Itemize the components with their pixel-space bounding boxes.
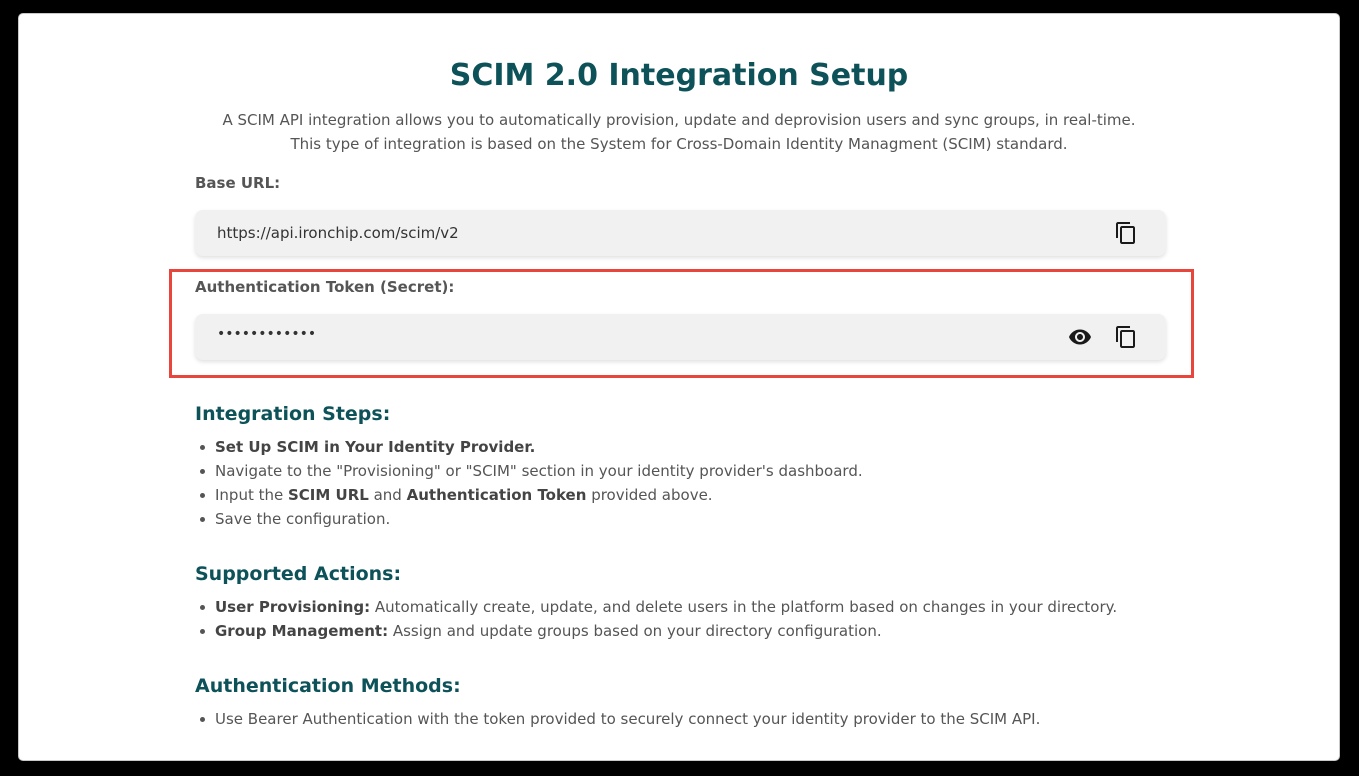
base-url-field[interactable]: https://api.ironchip.com/scim/v2: [195, 210, 1166, 256]
copy-icon[interactable]: [1114, 221, 1138, 245]
step-3-mid: and: [368, 486, 407, 504]
supported-actions-title: Supported Actions:: [195, 563, 402, 585]
step-3-pre: Input the: [215, 486, 288, 504]
group-management-label: Group Management:: [215, 622, 389, 640]
user-provisioning-label: User Provisioning:: [215, 598, 371, 616]
list-item: User Provisioning: Automatically create,…: [199, 595, 1118, 619]
eye-icon[interactable]: [1068, 325, 1092, 349]
step-1-text: Set Up SCIM in Your Identity Provider.: [215, 438, 536, 456]
page-title: SCIM 2.0 Integration Setup: [449, 58, 909, 93]
integration-steps-title: Integration Steps:: [195, 403, 391, 425]
group-management-text: Assign and update groups based on your d…: [388, 622, 882, 640]
auth-token-label: Authentication Token (Secret):: [195, 278, 455, 296]
base-url-value[interactable]: https://api.ironchip.com/scim/v2: [217, 210, 459, 256]
auth-token-value[interactable]: ••••••••••••: [217, 311, 316, 357]
step-3-auth-token: Authentication Token: [406, 486, 587, 504]
description-line-2: This type of integration is based on the…: [290, 135, 1068, 153]
base-url-label: Base URL:: [195, 174, 281, 192]
scim-setup-card: SCIM 2.0 Integration Setup A SCIM API in…: [18, 13, 1340, 761]
list-item: Navigate to the "Provisioning" or "SCIM"…: [200, 459, 863, 483]
auth-token-field[interactable]: ••••••••••••: [195, 314, 1166, 360]
supported-actions-list: User Provisioning: Automatically create,…: [195, 595, 1117, 643]
auth-methods-list: Use Bearer Authentication with the token…: [195, 707, 1040, 731]
list-item: Set Up SCIM in Your Identity Provider.: [200, 435, 863, 459]
list-item: Group Management: Assign and update grou…: [199, 619, 1117, 643]
list-item: Use Bearer Authentication with the token…: [199, 707, 1040, 731]
auth-methods-title: Authentication Methods:: [195, 675, 461, 697]
copy-icon[interactable]: [1114, 325, 1138, 349]
page-description: A SCIM API integration allows you to aut…: [19, 108, 1339, 156]
user-provisioning-text: Automatically create, update, and delete…: [370, 598, 1118, 616]
step-3-scim-url: SCIM URL: [288, 486, 369, 504]
list-item: Save the configuration.: [200, 507, 863, 531]
integration-steps-list: Set Up SCIM in Your Identity Provider. N…: [195, 435, 863, 531]
list-item: Input the SCIM URL and Authentication To…: [200, 483, 863, 507]
step-3-post: provided above.: [586, 486, 713, 504]
description-line-1: A SCIM API integration allows you to aut…: [222, 111, 1136, 129]
